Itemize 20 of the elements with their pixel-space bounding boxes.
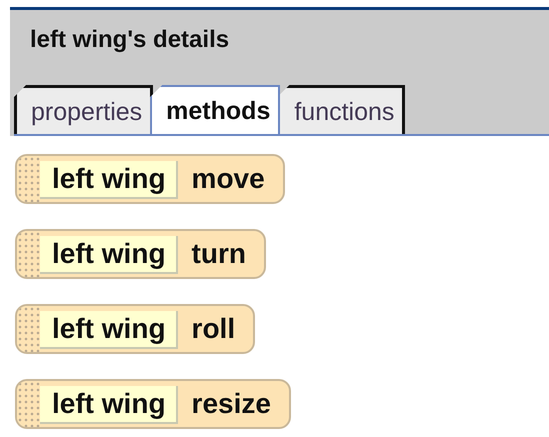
drag-handle[interactable]: [17, 381, 40, 427]
object-chip: left wing: [40, 236, 178, 274]
tab[interactable]: properties: [14, 85, 154, 134]
object-chip: left wing: [40, 161, 178, 199]
method-name: roll: [190, 312, 236, 346]
drag-handle[interactable]: [17, 231, 40, 277]
object-chip: left wing: [40, 386, 178, 424]
method-tile[interactable]: left wing turn: [15, 229, 266, 279]
method-tile[interactable]: left wing resize: [15, 379, 291, 429]
tab[interactable]: methods: [150, 85, 280, 134]
drag-handle[interactable]: [17, 306, 40, 352]
method-name: move: [190, 162, 266, 196]
object-chip: left wing: [40, 311, 178, 349]
method-tile[interactable]: left wing move: [15, 154, 285, 204]
drag-handle[interactable]: [17, 156, 40, 202]
method-tile[interactable]: left wing roll: [15, 304, 256, 354]
method-name: resize: [190, 387, 272, 421]
tab[interactable]: functions: [277, 85, 406, 134]
panel-title: left wing's details: [30, 26, 230, 55]
method-name: turn: [190, 237, 247, 271]
